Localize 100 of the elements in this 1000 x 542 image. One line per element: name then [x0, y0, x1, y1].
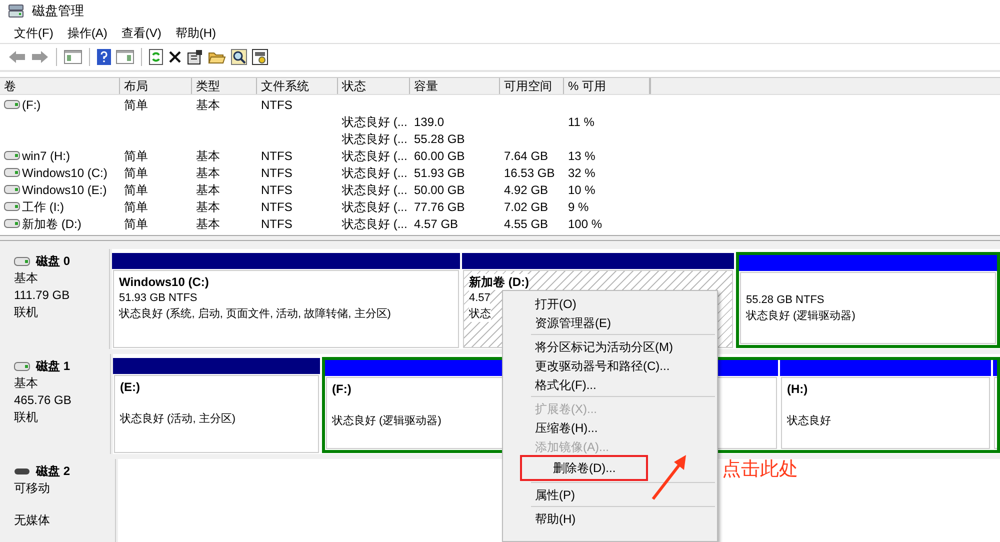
partition-status: 状态良好 — [787, 414, 831, 429]
partition-size: 51.93 GB NTFS — [119, 291, 198, 306]
table-cell-text: 基本 — [196, 216, 220, 232]
back-arrow-icon[interactable] — [8, 50, 26, 64]
settings-icon[interactable] — [252, 49, 268, 65]
disk-state: 联机 — [14, 304, 39, 321]
disk-name: 磁盘 2 — [36, 463, 70, 480]
menu-item[interactable]: 资源管理器(E) — [503, 313, 717, 332]
table-cell-text: 基本 — [196, 198, 220, 216]
disk-type: 基本 — [14, 375, 39, 392]
menu-item[interactable]: 文件(F) — [14, 24, 54, 42]
table-cell-text: 状态良好 (... — [342, 130, 408, 148]
column-header[interactable]: 状态 — [338, 78, 410, 94]
partition-status: 状态良好 (系统, 启动, 页面文件, 活动, 故障转储, 主分区) — [119, 306, 391, 322]
partition-size: 55.28 GB NTFS — [746, 293, 824, 308]
table-cell-text: Windows10 (E:) — [22, 182, 107, 198]
menu-item[interactable]: 属性(P) — [503, 485, 717, 504]
disk-size: 465.76 GB — [14, 392, 72, 409]
column-header[interactable]: 卷 — [0, 78, 120, 94]
column-header[interactable]: 布局 — [120, 78, 192, 94]
table-cell-text: 4.92 GB — [504, 182, 548, 198]
table-cell-text: 7.02 GB — [504, 198, 548, 216]
drive-icon — [4, 185, 20, 194]
table-cell-text: 4.55 GB — [504, 216, 548, 232]
table-cell-text: (F:) — [22, 96, 41, 114]
partition-status: 状态 — [469, 306, 491, 322]
console-tree-icon[interactable] — [64, 50, 82, 64]
menu-item[interactable]: 更改驱动器号和路径(C)... — [503, 356, 717, 375]
column-header[interactable]: 容量 — [410, 78, 500, 94]
table-cell-text: 7.64 GB — [504, 148, 548, 164]
menu-item[interactable]: 格式化(F)... — [503, 375, 717, 394]
table-cell-text: 13 % — [568, 148, 596, 164]
drive-icon — [4, 219, 20, 228]
table-cell-text: 50.00 GB — [414, 182, 465, 198]
table-cell-text: 32 % — [568, 164, 596, 182]
action-pane-icon[interactable] — [116, 50, 134, 64]
table-cell-text: 工作 (I:) — [22, 198, 64, 216]
table-cell-text: 100 % — [568, 216, 602, 232]
partition-status: 状态良好 (逻辑驱动器) — [746, 308, 856, 324]
menu-item[interactable]: 操作(A) — [67, 24, 108, 42]
table-cell-text: 基本 — [196, 164, 220, 182]
disk-state: 无媒体 — [14, 512, 51, 529]
table-cell-text: 11 % — [568, 114, 594, 130]
properties-icon[interactable] — [187, 49, 203, 65]
disk-type: 基本 — [14, 270, 39, 287]
forward-arrow-icon[interactable] — [31, 50, 49, 64]
partition-title: (H:) — [787, 381, 808, 397]
table-cell-text: NTFS — [261, 216, 292, 232]
folder-icon[interactable] — [208, 50, 226, 64]
menu-item[interactable]: 帮助(H) — [503, 509, 717, 528]
table-cell-text: 新加卷 (D:) — [22, 216, 82, 232]
table-cell-text: Windows10 (C:) — [22, 164, 108, 182]
table-cell-text: 9 % — [568, 198, 589, 216]
table-cell-text: 4.57 GB — [414, 216, 458, 232]
delete-icon[interactable] — [168, 50, 182, 64]
table-cell-text: NTFS — [261, 164, 292, 182]
menu-item[interactable]: 帮助(H) — [175, 24, 216, 42]
table-cell-text: 状态良好 (... — [342, 114, 408, 130]
partition-title: (E:) — [120, 379, 140, 395]
partition-status: 状态良好 (逻辑驱动器) — [332, 414, 442, 429]
column-header[interactable]: 类型 — [192, 78, 257, 94]
table-cell-text: 简单 — [124, 96, 148, 114]
table-cell-text: 简单 — [124, 148, 148, 164]
menu-item[interactable]: 将分区标记为活动分区(M) — [503, 337, 717, 356]
table-cell-text: 基本 — [196, 96, 220, 114]
partition-bar — [993, 360, 997, 376]
table-cell-text: 55.28 GB — [414, 130, 465, 148]
column-header[interactable]: 文件系统 — [257, 78, 338, 94]
column-header[interactable]: % 可用 — [564, 78, 650, 94]
menu-item[interactable]: 查看(V) — [121, 24, 162, 42]
table-cell-text: NTFS — [261, 182, 292, 198]
partition-title: Windows10 (C:) — [119, 274, 209, 290]
table-cell-text: 简单 — [124, 164, 148, 182]
column-header[interactable]: 可用空间 — [500, 78, 564, 94]
partition-block[interactable] — [993, 360, 997, 450]
menu-item[interactable]: 压缩卷(H)... — [503, 418, 717, 437]
help-icon[interactable] — [97, 49, 111, 65]
table-cell-text: 状态良好 (... — [342, 164, 408, 182]
table-cell-text: 基本 — [196, 182, 220, 198]
magnifier-icon[interactable] — [231, 49, 247, 65]
disk-size: 111.79 GB — [14, 287, 71, 304]
partition-status: 状态良好 (活动, 主分区) — [120, 412, 236, 427]
table-cell-text: 简单 — [124, 182, 148, 198]
window-title: 磁盘管理 — [32, 2, 84, 20]
menu-item[interactable]: 打开(O) — [503, 294, 717, 313]
table-cell-text: 139.0 — [414, 114, 444, 130]
drive-icon — [4, 202, 20, 211]
partition-title: (F:) — [332, 381, 352, 397]
drive-icon — [4, 151, 20, 160]
disk-type: 可移动 — [14, 480, 51, 497]
table-cell-text: 51.93 GB — [414, 164, 465, 182]
drive-icon — [4, 100, 20, 109]
table-cell-text: 77.76 GB — [414, 198, 465, 216]
partition-title: 新加卷 (D:) — [469, 274, 529, 290]
refresh-icon[interactable] — [149, 49, 163, 65]
menu-item[interactable]: 删除卷(D)... — [521, 456, 647, 480]
table-cell-text: 60.00 GB — [414, 148, 465, 164]
annotation-text: 点击此处 — [722, 458, 798, 482]
drive-icon — [4, 168, 20, 177]
disk-name: 磁盘 0 — [36, 253, 70, 270]
